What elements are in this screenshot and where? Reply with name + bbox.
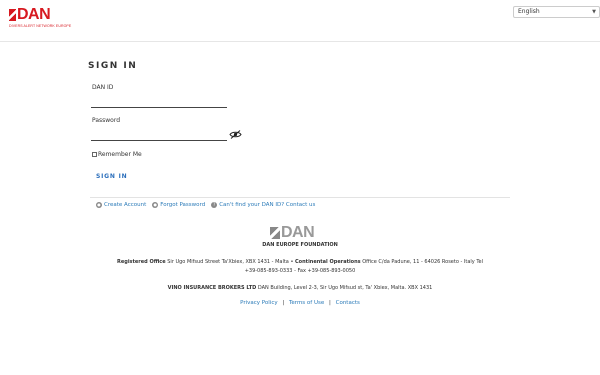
- contacts-link[interactable]: Contacts: [336, 300, 360, 306]
- user-icon: ●: [96, 202, 102, 208]
- create-account-link[interactable]: ● Create Account: [96, 202, 146, 208]
- language-selected: English: [518, 8, 540, 15]
- remember-label: Remember Me: [98, 151, 142, 158]
- address-line-2: +39-085-893-0333 - Fax +39-085-893-0050: [244, 268, 356, 274]
- dan-logo[interactable]: DAN DIVERS ALERT NETWORK EUROPE: [9, 6, 72, 28]
- broker-name: VINO INSURANCE BROKERS LTD: [167, 285, 257, 291]
- privacy-policy-link[interactable]: Privacy Policy: [240, 300, 277, 306]
- dan-id-input[interactable]: [91, 107, 227, 108]
- sign-in-button[interactable]: SIGN IN: [96, 173, 127, 180]
- continental-operations-address: Office C/da Padune, 11 - 64026 Roseto - …: [362, 259, 483, 265]
- broker-address-text: DAN Building, Level 2-3, Sir Ugo Mifsud …: [257, 285, 433, 291]
- address-line-1: Registered Office Sir Ugo Mifsud Street …: [0, 258, 600, 267]
- remember-me[interactable]: Remember Me: [92, 151, 142, 158]
- language-select[interactable]: English ▼: [513, 6, 600, 18]
- remember-checkbox[interactable]: [92, 152, 97, 157]
- dive-flag-icon: [270, 227, 280, 239]
- forgot-password-link[interactable]: ● Forgot Password: [152, 202, 205, 208]
- registered-office-label: Registered Office: [117, 259, 166, 265]
- footer-links: Privacy Policy | Terms of Use | Contacts: [0, 300, 600, 306]
- registered-office-address: Sir Ugo Mifsud Street Ta'Xbiex, XBX 1431…: [167, 259, 294, 265]
- contact-us-label: Can't find your DAN ID? Contact us: [219, 202, 316, 208]
- dan-id-label: DAN ID: [92, 84, 114, 91]
- help-links: ● Create Account ● Forgot Password ? Can…: [96, 202, 321, 208]
- logo-subtitle: DIVERS ALERT NETWORK EUROPE: [9, 24, 72, 28]
- forgot-password-label: Forgot Password: [160, 202, 206, 208]
- page-title: SIGN IN: [88, 61, 138, 71]
- top-bar: DAN DIVERS ALERT NETWORK EUROPE English …: [0, 0, 600, 42]
- password-input[interactable]: [91, 140, 227, 141]
- contact-us-link[interactable]: ? Can't find your DAN ID? Contact us: [211, 202, 315, 208]
- chevron-down-icon: ▼: [592, 9, 596, 15]
- question-icon: ?: [211, 202, 218, 208]
- separator: |: [329, 300, 331, 306]
- footer-logo-text: DAN: [281, 224, 315, 241]
- terms-of-use-link[interactable]: Terms of Use: [289, 300, 324, 306]
- footer-dan-logo: DAN: [270, 224, 315, 241]
- logo-text: DAN: [17, 6, 51, 23]
- separator: |: [282, 300, 285, 306]
- password-label: Password: [92, 117, 121, 124]
- foundation-name: DAN EUROPE FOUNDATION: [262, 242, 338, 248]
- create-account-label: Create Account: [104, 202, 147, 208]
- broker-address: VINO INSURANCE BROKERS LTD DAN Building,…: [0, 284, 600, 293]
- divider: [90, 197, 510, 198]
- eye-slash-icon[interactable]: [229, 130, 242, 139]
- key-icon: ●: [152, 202, 159, 208]
- dive-flag-icon: [9, 9, 16, 21]
- continental-operations-label: Continental Operations: [295, 259, 361, 265]
